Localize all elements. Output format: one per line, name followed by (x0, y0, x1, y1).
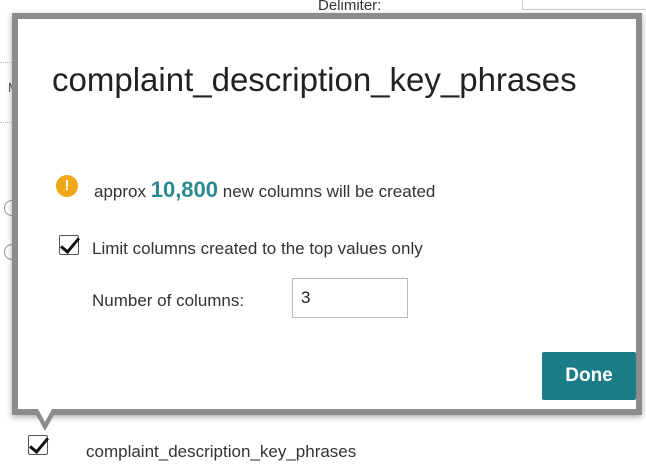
background-delimiter-input[interactable] (522, 0, 646, 10)
limit-columns-checkbox[interactable] (59, 233, 80, 255)
approx-suffix: new columns will be created (222, 182, 436, 201)
number-of-columns-input[interactable] (292, 278, 408, 318)
background-delimiter-label: Delimiter: (318, 0, 382, 14)
column-name-label[interactable]: complaint_description_key_phrases (86, 442, 356, 462)
warning-icon: ! (56, 175, 78, 197)
column-count: 10,800 (150, 177, 219, 202)
columns-dialog: complaint_description_key_phrases ! appr… (12, 13, 642, 415)
checkmark-icon (29, 433, 49, 454)
done-button[interactable]: Done (542, 352, 636, 400)
limit-columns-label[interactable]: Limit columns created to the top values … (92, 239, 423, 259)
checkmark-icon (60, 233, 80, 254)
dialog-pointer-inner (38, 409, 52, 422)
number-of-columns-label: Number of columns: (92, 291, 245, 310)
approx-prefix: approx (94, 182, 146, 201)
approx-columns-message: approx 10,800 new columns will be create… (94, 177, 435, 203)
column-checkbox[interactable] (28, 433, 49, 455)
dialog-title: complaint_description_key_phrases (52, 61, 577, 98)
